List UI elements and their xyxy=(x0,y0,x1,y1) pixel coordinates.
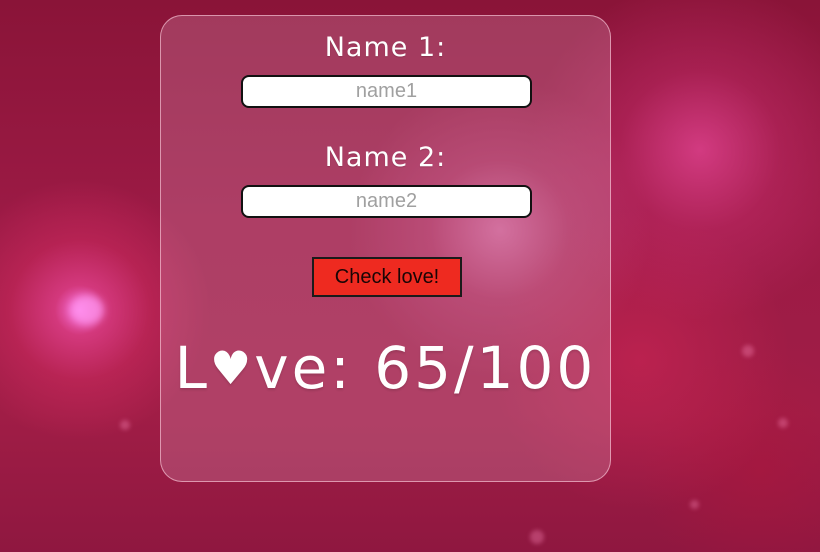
bokeh-dot xyxy=(530,530,544,544)
heart-icon: ♥ xyxy=(210,341,255,395)
result-prefix-l: L xyxy=(174,334,210,402)
result-prefix-rest: ve: xyxy=(254,334,353,402)
bokeh-dot xyxy=(120,420,130,430)
name1-input[interactable] xyxy=(241,75,532,108)
name2-label: Name 2: xyxy=(324,142,447,173)
bokeh-dot xyxy=(742,345,754,357)
love-result: L♥ve: 65/100 xyxy=(161,334,610,402)
bokeh-dot xyxy=(778,418,788,428)
name2-input[interactable] xyxy=(241,185,532,218)
name1-label: Name 1: xyxy=(324,32,447,63)
love-calculator-card: Name 1: Name 2: Check love! L♥ve: 65/100 xyxy=(160,15,611,482)
check-love-button[interactable]: Check love! xyxy=(312,257,462,297)
love-score: 65/100 xyxy=(374,334,597,402)
bokeh-heart xyxy=(70,295,104,325)
bokeh-dot xyxy=(690,500,699,509)
